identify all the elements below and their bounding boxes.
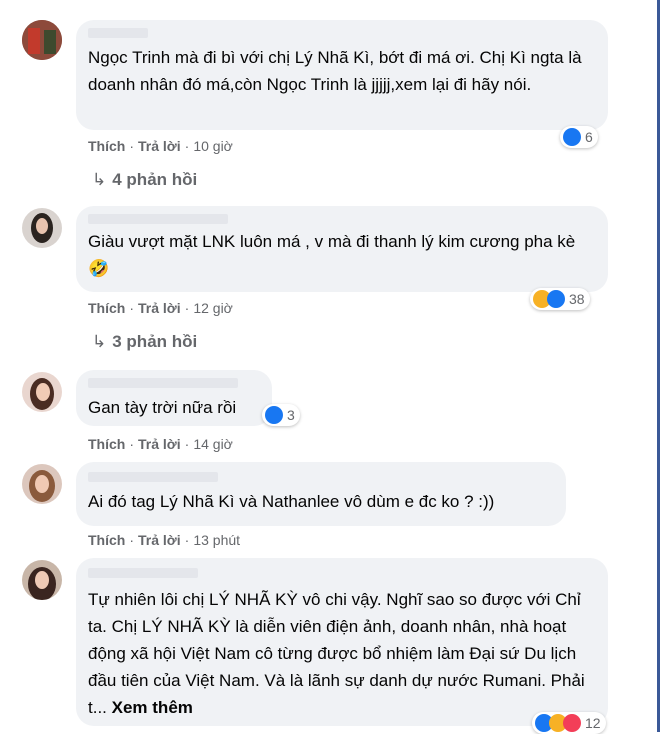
like-link[interactable]: Thích xyxy=(88,300,125,316)
timestamp[interactable]: 13 phút xyxy=(193,532,240,548)
comment-text: Ngọc Trinh mà đi bì với chị Lý Nhã Kì, b… xyxy=(88,48,582,94)
reply-arrow-icon: ↳ xyxy=(92,170,107,189)
comment-bubble: Ngọc Trinh mà đi bì với chị Lý Nhã Kì, b… xyxy=(76,20,608,130)
comment-actions: Thích · Trả lời · 12 giờ xyxy=(88,300,233,316)
reply-link[interactable]: Trả lời xyxy=(138,138,181,154)
comment-actions: Thích · Trả lời · 10 giờ xyxy=(88,138,233,154)
reply-link[interactable]: Trả lời xyxy=(138,300,181,316)
like-reaction-icon xyxy=(547,290,565,308)
reaction-count: 6 xyxy=(585,129,593,145)
like-reaction-icon xyxy=(563,128,581,146)
timestamp[interactable]: 14 giờ xyxy=(193,436,233,452)
see-more-link[interactable]: Xem thêm xyxy=(112,698,193,717)
love-reaction-icon xyxy=(563,714,581,732)
reaction-summary[interactable]: 38 xyxy=(530,288,590,310)
avatar[interactable] xyxy=(22,208,62,248)
avatar[interactable] xyxy=(22,464,62,504)
comment-text: Ai đó tag Lý Nhã Kì và Nathanlee vô dùm … xyxy=(88,492,495,511)
comment-actions: Thích · Trả lời · 14 giờ xyxy=(88,436,233,452)
like-link[interactable]: Thích xyxy=(88,436,125,452)
comment-text: Giàu vượt mặt LNK luôn má , v mà đi than… xyxy=(88,232,576,278)
reply-link[interactable]: Trả lời xyxy=(138,436,181,452)
reaction-summary[interactable]: 12 xyxy=(532,712,606,734)
reaction-count: 12 xyxy=(585,715,601,731)
timestamp[interactable]: 12 giờ xyxy=(193,300,233,316)
reaction-summary[interactable]: 6 xyxy=(560,126,598,148)
comment-text: Gan tày trời nữa rồi xyxy=(88,398,237,417)
like-link[interactable]: Thích xyxy=(88,532,125,548)
like-link[interactable]: Thích xyxy=(88,138,125,154)
avatar[interactable] xyxy=(22,372,62,412)
reply-arrow-icon: ↳ xyxy=(92,332,107,351)
reaction-summary[interactable]: 3 xyxy=(262,404,300,426)
comment-bubble: Gan tày trời nữa rồi xyxy=(76,370,272,426)
comment-bubble: Ai đó tag Lý Nhã Kì và Nathanlee vô dùm … xyxy=(76,462,566,526)
comment-actions: Thích · Trả lời · 13 phút xyxy=(88,532,241,548)
avatar[interactable] xyxy=(22,560,62,600)
timestamp[interactable]: 10 giờ xyxy=(193,138,233,154)
view-replies-button[interactable]: ↳ 3 phản hồi xyxy=(92,332,197,352)
like-reaction-icon xyxy=(265,406,283,424)
view-replies-button[interactable]: ↳ 4 phản hồi xyxy=(92,170,197,190)
author-name[interactable] xyxy=(88,214,228,224)
reply-link[interactable]: Trả lời xyxy=(138,532,181,548)
reaction-count: 38 xyxy=(569,291,585,307)
avatar[interactable] xyxy=(22,20,62,60)
replies-label: 4 phản hồi xyxy=(112,170,198,189)
author-name[interactable] xyxy=(88,568,198,578)
replies-label: 3 phản hồi xyxy=(112,332,198,351)
author-name[interactable] xyxy=(88,472,218,482)
comment-bubble: Tự nhiên lôi chị LÝ NHÃ KỲ vô chi vậy. N… xyxy=(76,558,608,726)
author-name[interactable] xyxy=(88,378,238,388)
author-name[interactable] xyxy=(88,28,148,38)
reaction-count: 3 xyxy=(287,407,295,423)
comment-bubble: Giàu vượt mặt LNK luôn má , v mà đi than… xyxy=(76,206,608,292)
